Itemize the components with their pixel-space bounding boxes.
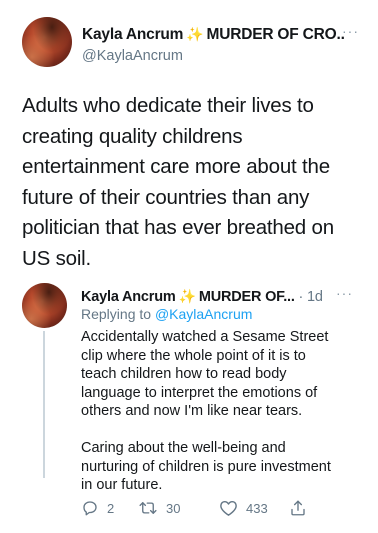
reply-text-line: in our future.	[81, 477, 163, 493]
tweet-text: Adults who dedicate their lives to creat…	[22, 91, 367, 274]
retweet-count: 30	[166, 500, 181, 516]
reply-text-line: nurturing of children is pure investment	[81, 458, 331, 475]
tweet-text-line: politician that has ever breathed on	[22, 216, 334, 239]
reply-text-line: language to interpret the emotions of	[81, 384, 318, 401]
replying-to-label: Replying to	[81, 306, 152, 322]
reply-count: 2	[107, 500, 115, 516]
retweet-button[interactable]: 30	[138, 498, 180, 518]
author-handle[interactable]: @KaylaAncrum	[82, 48, 183, 64]
tweet-text-line: US soil.	[22, 246, 92, 270]
replying-to: Replying to @KaylaAncrum	[81, 306, 252, 322]
reply-button[interactable]: 2	[81, 498, 114, 518]
reply-text-line: clip where the whole point of it is to	[81, 347, 306, 364]
like-button[interactable]: 433	[219, 498, 268, 518]
author-name-row[interactable]: Kayla Ancrum ✨ MURDER OF CRO...	[82, 26, 344, 46]
author-name-row[interactable]: Kayla Ancrum ✨ MURDER OF... · 1d	[81, 288, 341, 307]
reply-text-line: teach children how to read body	[81, 366, 287, 382]
reply-text-line: Accidentally watched a Sesame Street	[81, 329, 329, 345]
thread-line	[43, 331, 45, 478]
heart-icon	[219, 499, 238, 517]
avatar[interactable]	[22, 17, 72, 67]
like-count: 433	[246, 500, 268, 516]
more-options-icon[interactable]: ···	[342, 23, 359, 39]
tweet-text-line: creating quality childrens	[22, 124, 243, 148]
share-icon	[289, 499, 307, 517]
retweet-icon	[138, 499, 158, 517]
tweet-text-line: future of their countries than any	[22, 185, 310, 209]
reply-text-line: Caring about the well-being and	[81, 440, 286, 456]
tweet-text-line: Adults who dedicate their lives to	[22, 94, 314, 117]
replying-to-handle-link[interactable]: @KaylaAncrum	[155, 306, 252, 322]
author-name-suffix: MURDER OF CRO...	[206, 26, 345, 43]
author-name[interactable]: Kayla Ancrum	[82, 26, 183, 43]
share-button[interactable]	[289, 498, 307, 518]
author-name[interactable]: Kayla Ancrum	[81, 289, 176, 305]
action-bar: 2 30 433	[81, 498, 321, 520]
tweet-text-line: entertainment care more about the	[22, 155, 330, 178]
reply-icon	[81, 499, 99, 517]
avatar[interactable]	[22, 283, 67, 328]
reply-text-line: others and now I'm like near tears.	[81, 403, 303, 419]
sparkles-icon: ✨	[178, 288, 196, 304]
author-name-suffix: MURDER OF...	[198, 289, 295, 305]
more-options-icon[interactable]: ···	[336, 285, 353, 301]
sparkles-icon: ✨	[186, 26, 204, 42]
tweet-timestamp[interactable]: · 1d	[299, 289, 323, 305]
reply-text: Accidentally watched a Sesame Street cli…	[81, 328, 371, 495]
